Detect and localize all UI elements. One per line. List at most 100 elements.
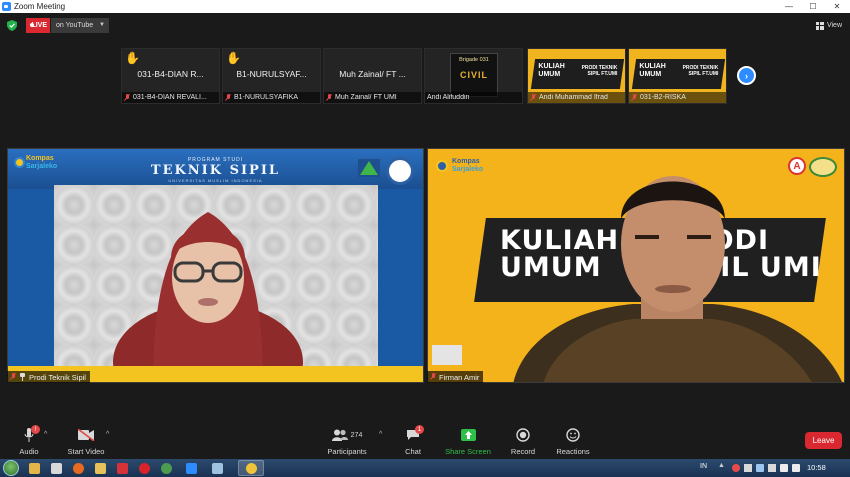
taskbar-app[interactable] [206,460,228,476]
audio-label: Audio [19,447,39,456]
participant-caption: Andi Muhammad Ifrad [528,92,625,103]
live-badge[interactable]: LIVE [26,18,50,33]
participant-caption-text: Andi Muhammad Ifrad [539,94,608,101]
video-caption-right: Firman Amir [427,371,484,383]
taskbar-explorer-folder[interactable] [89,460,111,476]
share-screen-icon [460,429,476,441]
participant-caption-text: 031-B4-DIAN REVALI... [133,94,207,101]
video-tile-prodi-teknik-sipil[interactable]: Kompas Sarjaleko PROGRAM STUDI TEKNIK SI… [7,148,424,383]
participants-icon [331,429,348,441]
start-video-button[interactable]: Start Video [66,427,106,456]
taskbar-explorer[interactable] [23,460,45,476]
participant-display-name: 031-B4-DIAN R... [137,69,204,79]
speaker-name: Firman Amir [439,372,480,382]
participant-thumbnail[interactable]: ✋ B1-NURULSYAF... B1-NURULSYAFIKA [222,48,321,104]
chevron-down-icon: ▼ [99,22,105,28]
tray-expand-icon[interactable]: ▲ [718,462,726,470]
leave-meeting-button[interactable]: Leave [805,432,842,449]
kuliah-umum-banner: KULIAH UMUM PRODI TEKNIK SIPIL FT.UMI [631,59,726,89]
participant-caption-text: 031-B2-RISKA [640,94,686,101]
reactions-button[interactable]: Reactions [555,427,591,456]
close-window-button[interactable]: ✕ [826,0,848,13]
tray-monitor-icon[interactable] [756,464,764,472]
taskbar-media[interactable] [45,460,67,476]
video-off-icon [77,429,94,441]
minimize-button[interactable]: — [778,0,800,13]
tray-app-icon[interactable] [732,464,740,472]
tray-flag-icon[interactable] [768,464,776,472]
participant-thumbnail[interactable]: KULIAH UMUM PRODI TEKNIK SIPIL FT.UMI 03… [628,48,727,104]
brigade-logo: Brigade 031 CIVIL [450,53,498,97]
chat-label: Chat [405,447,421,456]
window-title: Zoom Meeting [14,2,66,11]
stream-destination-label: on YouTube [56,22,94,29]
audio-options-caret[interactable]: ^ [44,431,47,438]
participants-button[interactable]: 274 Participants [326,427,368,456]
mic-muted-icon [225,93,231,102]
taskbar-firefox[interactable] [67,460,89,476]
participant-caption-text: Andi Alifuddin [427,94,470,101]
participant-caption: 031-B2-RISKA [629,92,726,103]
taskbar-zoom[interactable] [180,460,202,476]
top-strip: LIVE on YouTube ▼ View [0,13,850,40]
participants-count: 274 [350,431,363,439]
view-button[interactable]: View [815,19,842,32]
frame-left [8,189,54,382]
record-icon [516,428,530,442]
mic-muted-icon [631,93,637,102]
participant-thumbnail[interactable]: Brigade 031 CIVIL Andi Alifuddin [424,48,523,104]
video-tile-firman-amir[interactable]: Kompas Sarjaleko A KULIAH UMUM PRODI SIP… [427,148,845,383]
clock[interactable]: 10:58 [807,463,826,472]
participants-options-caret[interactable]: ^ [379,431,382,438]
participant-thumbnail[interactable]: Muh Zainal/ FT ... Muh Zainal/ FT UMI [323,48,422,104]
record-label: Record [510,447,536,456]
zoom-app-icon [2,2,11,11]
share-screen-button[interactable]: Share Screen [443,427,493,456]
participant-display-name: Muh Zainal/ FT ... [339,69,406,79]
taskbar-opera[interactable] [133,460,155,476]
audio-alert-badge: ! [31,425,40,434]
encryption-shield-icon[interactable] [7,20,17,31]
tray-volume-icon[interactable] [792,464,800,472]
participant-caption: 031-B4-DIAN REVALI... [122,92,219,103]
university-seal-logo [386,157,414,185]
start-menu-button[interactable] [3,460,19,476]
logo-top-text: Brigade 031 [459,57,489,63]
stream-destination-dropdown[interactable]: on YouTube ▼ [51,18,109,33]
os-taskbar: IN ▲ 10:58 [0,459,850,477]
taskbar-chrome[interactable] [155,460,177,476]
next-page-button[interactable]: › [737,66,756,85]
speaker-name: Prodi Teknik Sipil [29,372,86,382]
live-label: LIVE [31,22,47,29]
banner-right-text: PRODI TEKNIK SIPIL FT.UMI [581,65,618,77]
banner-left-text: KULIAH UMUM [538,63,565,78]
grid-view-icon [815,21,824,30]
taskbar-word[interactable] [111,460,133,476]
participant-display-name: B1-NURULSYAF... [236,69,307,79]
reactions-label: Reactions [556,447,590,456]
mic-muted-icon [326,93,332,102]
frame-right [377,189,423,382]
input-language-indicator[interactable]: IN [700,463,707,470]
tray-network-icon[interactable] [744,464,752,472]
participant-thumbnail[interactable]: KULIAH UMUM PRODI TEKNIK SIPIL FT.UMI An… [527,48,626,104]
participant-caption-text: B1-NURULSYAFIKA [234,94,299,101]
record-button[interactable]: Record [508,427,538,456]
logo-main-text: CIVIL [459,70,488,80]
share-screen-label: Share Screen [445,447,491,456]
raised-hand-icon: ✋ [125,51,140,65]
participant-thumbnail[interactable]: ✋ 031-B4-DIAN R... 031-B4-DIAN REVALI... [121,48,220,104]
taskbar-chrome-active[interactable] [238,460,264,476]
participant-caption: Muh Zainal/ FT UMI [324,92,421,103]
logo-line-1: Kompas [452,158,480,165]
header-subtitle: UNIVERSITAS MUSLIM INDONESIA [168,178,263,183]
chevron-right-icon: › [745,70,748,81]
kompas-logo: Kompas Sarjaleko [436,156,512,182]
audio-button[interactable]: ! Audio [14,425,44,456]
tray-signal-icon[interactable] [780,464,788,472]
participants-label: Participants [327,447,367,456]
mic-muted-icon [10,373,16,381]
maximize-button[interactable]: ☐ [802,0,824,13]
video-options-caret[interactable]: ^ [106,431,109,438]
chat-button[interactable]: 1 Chat [400,425,426,456]
